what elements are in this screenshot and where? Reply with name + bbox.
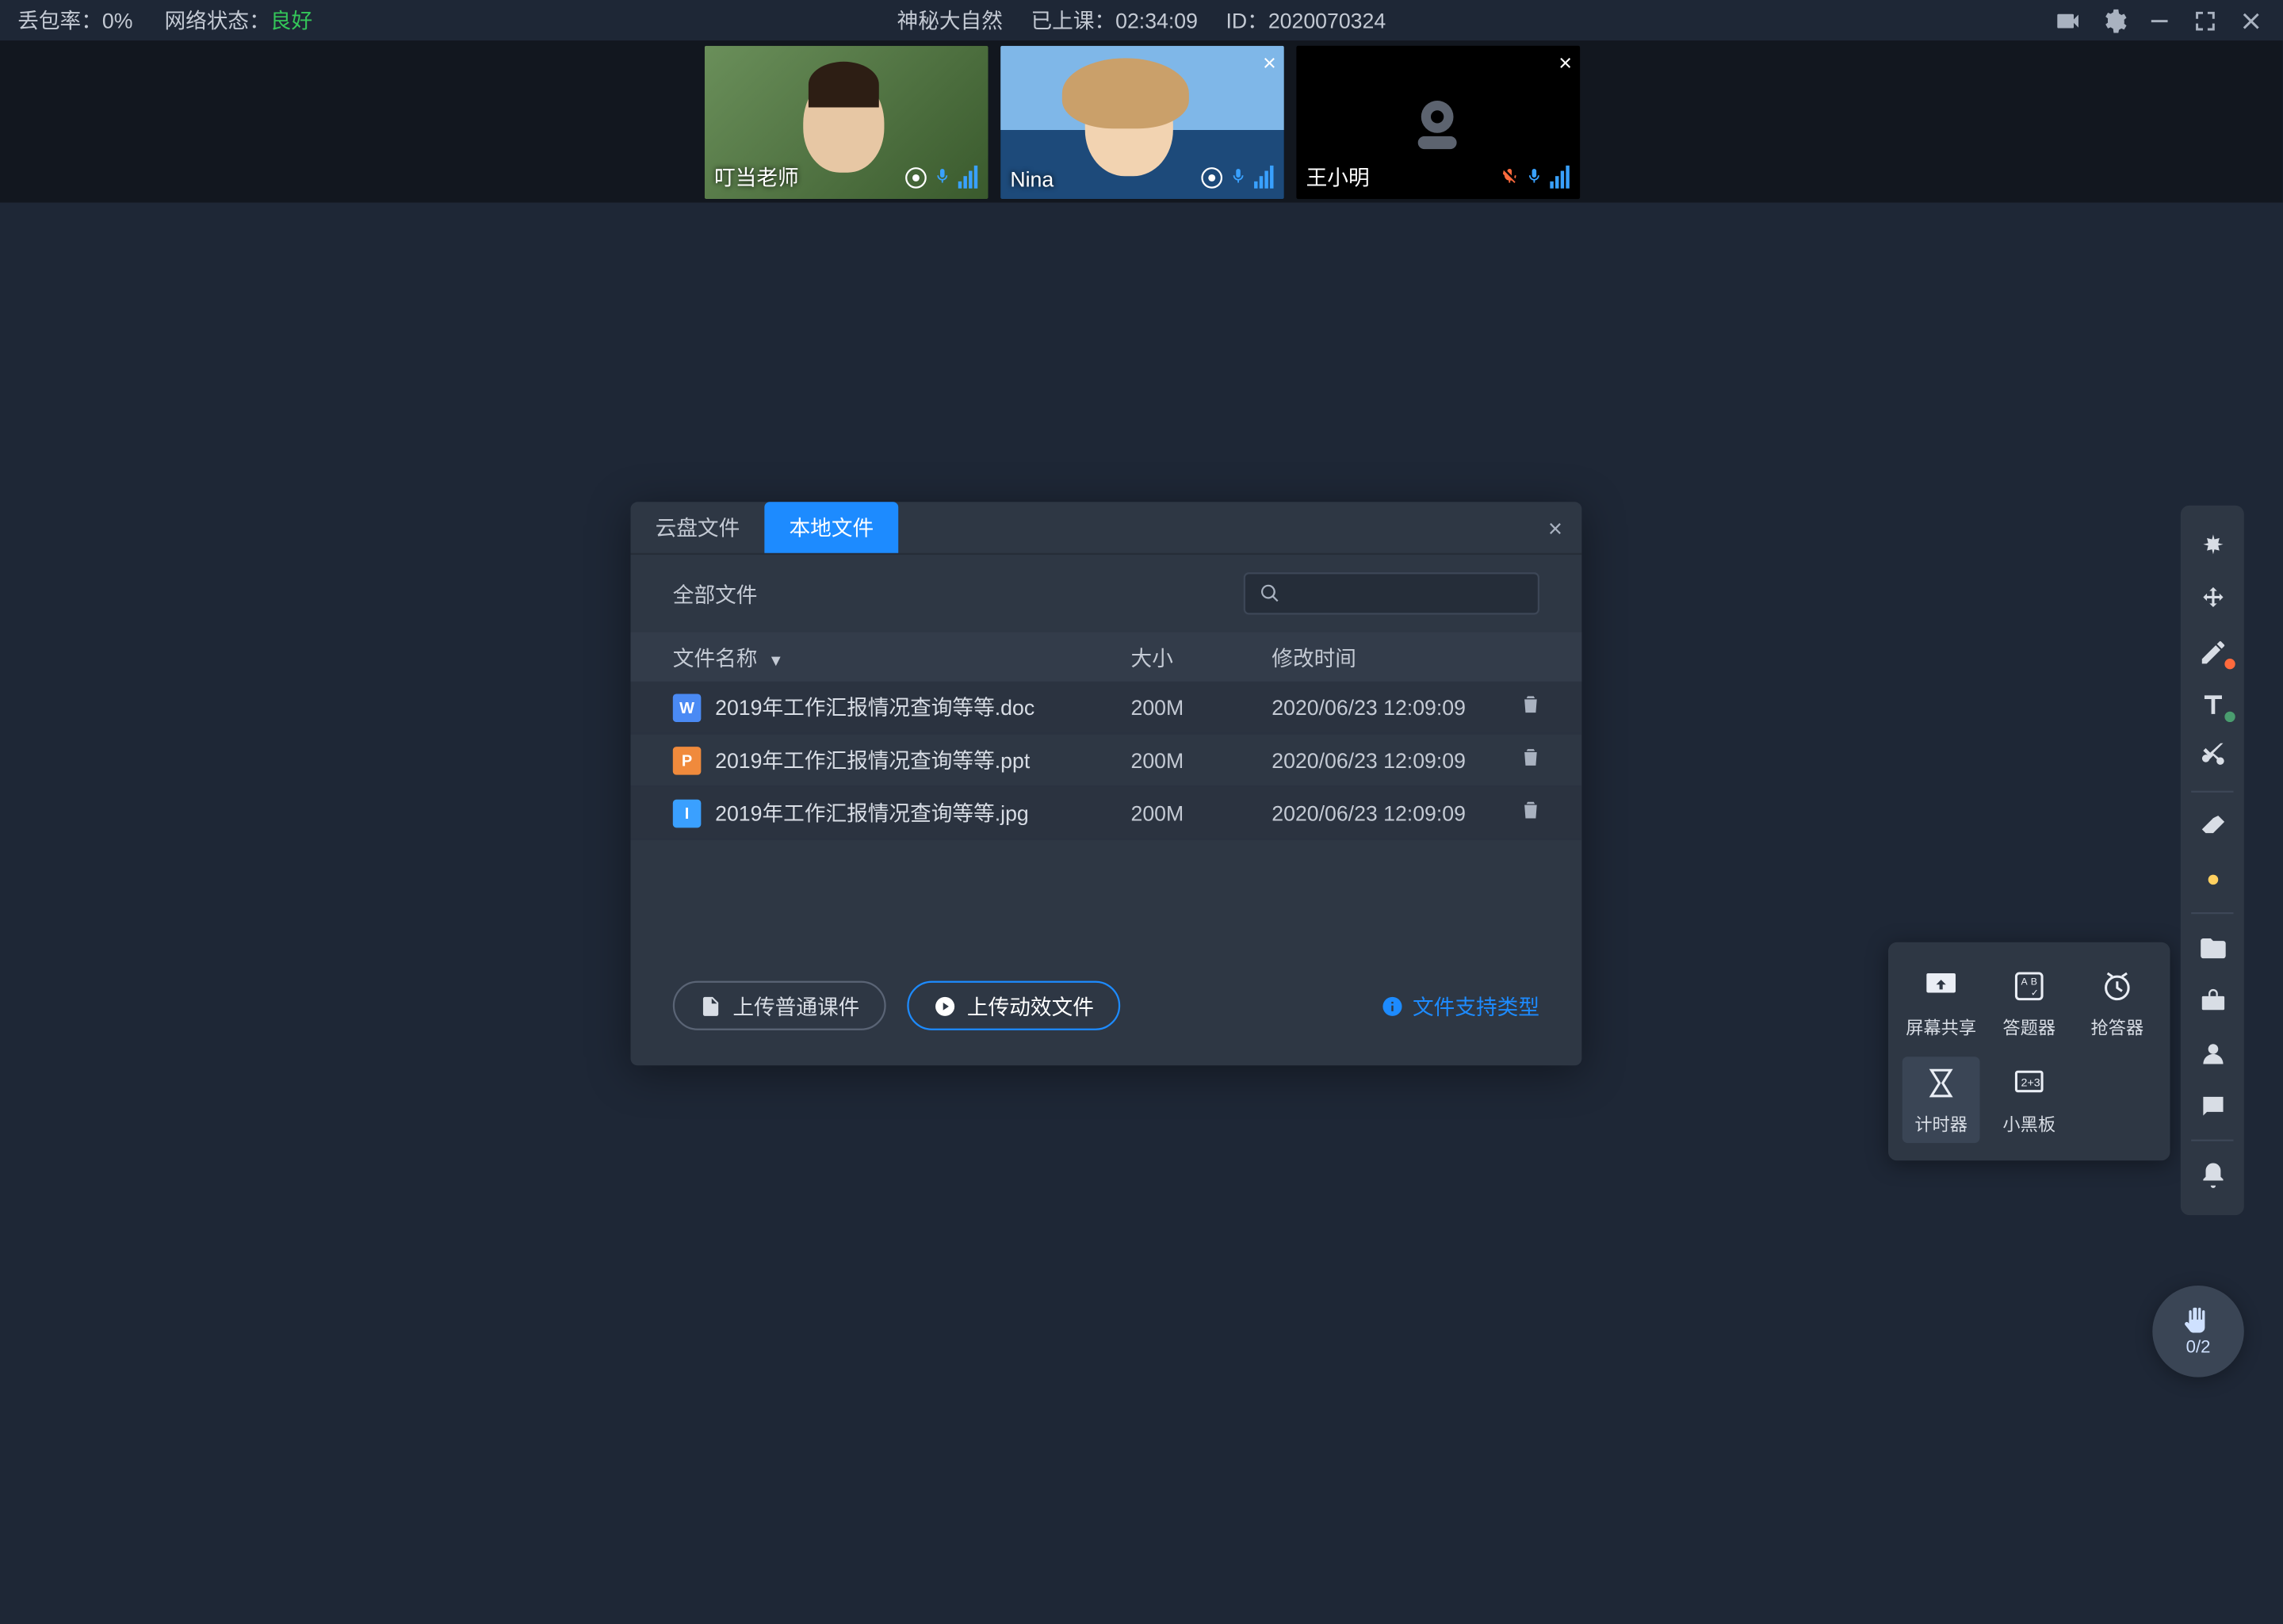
signal-icon: [1549, 166, 1568, 189]
file-size: 200M: [1131, 801, 1272, 825]
close-icon[interactable]: [2237, 6, 2266, 35]
tab-local-files[interactable]: 本地文件: [764, 502, 898, 552]
signal-icon: [958, 166, 977, 189]
svg-text:2+3: 2+3: [2021, 1077, 2040, 1090]
table-row[interactable]: W2019年工作汇报情况查询等等.doc200M2020/06/23 12:09…: [630, 682, 1581, 735]
table-row[interactable]: I2019年工作汇报情况查询等等.jpg200M2020/06/23 12:09…: [630, 787, 1581, 840]
tool-laser[interactable]: [2181, 519, 2244, 572]
table-row[interactable]: P2019年工作汇报情况查询等等.ppt200M2020/06/23 12:09…: [630, 735, 1581, 788]
breadcrumb: 全部文件: [673, 579, 758, 609]
tile-close-icon[interactable]: ×: [1263, 49, 1276, 75]
tool-text[interactable]: [2181, 678, 2244, 731]
tool-scissors[interactable]: [2181, 731, 2244, 784]
settings-icon[interactable]: [2100, 6, 2128, 35]
mic-icon: [1524, 164, 1542, 189]
camera-icon: [1200, 167, 1222, 189]
file-name: W2019年工作汇报情况查询等等.doc: [673, 692, 1131, 722]
file-type-icon: W: [673, 693, 702, 721]
tool-color[interactable]: [2181, 852, 2244, 905]
minimize-icon[interactable]: [2145, 6, 2174, 35]
upload-dynamic-button[interactable]: 上传动效文件: [907, 981, 1120, 1030]
file-type-icon: P: [673, 746, 702, 774]
session-id: ID：2020070324: [1226, 6, 1386, 36]
tool-folder[interactable]: [2181, 921, 2244, 974]
dialog-close-icon[interactable]: ×: [1529, 502, 1582, 552]
file-name: P2019年工作汇报情况查询等等.ppt: [673, 745, 1131, 775]
video-tile[interactable]: × 王小明: [1295, 46, 1579, 199]
network-status: 网络状态：良好: [164, 6, 312, 36]
search-input[interactable]: [1244, 572, 1539, 614]
upload-normal-button[interactable]: 上传普通课件: [673, 981, 886, 1030]
tile-close-icon[interactable]: ×: [1558, 49, 1572, 75]
svg-text:B: B: [2031, 976, 2037, 987]
packet-loss: 丢包率：0%: [17, 6, 132, 36]
signal-icon: [1253, 166, 1272, 189]
file-mtime: 2020/06/23 12:09:09: [1272, 695, 1518, 720]
tool-blackboard[interactable]: 2+3小黑板: [1990, 1057, 2068, 1143]
mic-icon: [933, 164, 950, 189]
right-toolbar: [2181, 506, 2244, 1215]
svg-text:A: A: [2021, 976, 2029, 987]
search-icon: [1260, 583, 1281, 604]
tool-screen-share[interactable]: 屏幕共享: [1902, 960, 1980, 1046]
col-name[interactable]: 文件名称▼: [673, 642, 1131, 672]
col-mtime[interactable]: 修改时间: [1272, 642, 1518, 672]
tool-quiz[interactable]: AB✓答题器: [1990, 960, 2068, 1046]
video-strip: 叮当老师 × Nina × 王小明: [0, 40, 2283, 202]
supported-types-link[interactable]: 文件支持类型: [1381, 991, 1539, 1021]
file-dialog: 云盘文件 本地文件 × 全部文件 文件名称▼ 大小 修改时间 W2019年工作汇…: [630, 502, 1581, 1065]
participant-name: Nina: [1010, 167, 1054, 192]
delete-button[interactable]: [1518, 745, 1589, 775]
tool-toolbox[interactable]: [2181, 974, 2244, 1027]
file-size: 200M: [1131, 747, 1272, 772]
tool-move[interactable]: [2181, 572, 2244, 625]
file-mtime: 2020/06/23 12:09:09: [1272, 747, 1518, 772]
tool-chat[interactable]: [2181, 1079, 2244, 1133]
table-header: 文件名称▼ 大小 修改时间: [630, 632, 1581, 682]
participant-name: 叮当老师: [714, 162, 799, 192]
tool-pen[interactable]: [2181, 625, 2244, 678]
delete-button[interactable]: [1518, 798, 1589, 828]
record-icon[interactable]: [2054, 6, 2082, 35]
tool-buzzer[interactable]: 抢答器: [2078, 960, 2156, 1046]
file-size: 200M: [1131, 695, 1272, 720]
delete-button[interactable]: [1518, 692, 1589, 722]
tool-bell[interactable]: [2181, 1148, 2244, 1202]
tool-timer[interactable]: 计时器: [1902, 1057, 1980, 1143]
whiteboard-area[interactable]: 云盘文件 本地文件 × 全部文件 文件名称▼ 大小 修改时间 W2019年工作汇…: [0, 203, 2283, 1624]
camera-icon: [904, 167, 926, 189]
top-bar: 丢包率：0% 网络状态：良好 神秘大自然 已上课：02:34:09 ID：202…: [0, 0, 2283, 40]
svg-text:✓: ✓: [2031, 988, 2039, 999]
mic-icon: [1229, 164, 1246, 189]
fullscreen-icon[interactable]: [2191, 6, 2220, 35]
col-size[interactable]: 大小: [1131, 642, 1272, 672]
tool-user[interactable]: [2181, 1026, 2244, 1079]
raise-hand-button[interactable]: 0/2: [2152, 1286, 2244, 1378]
file-mtime: 2020/06/23 12:09:09: [1272, 801, 1518, 825]
file-type-icon: I: [673, 799, 702, 827]
hand-count: 0/2: [2186, 1339, 2211, 1358]
elapsed-time: 已上课：02:34:09: [1031, 6, 1197, 36]
video-tile[interactable]: × Nina: [1000, 46, 1283, 199]
video-tile[interactable]: 叮当老师: [704, 46, 988, 199]
tool-eraser[interactable]: [2181, 800, 2244, 853]
tools-popover: 屏幕共享 AB✓答题器 抢答器 计时器 2+3小黑板: [1888, 942, 2170, 1161]
class-title: 神秘大自然: [897, 6, 1003, 36]
file-name: I2019年工作汇报情况查询等等.jpg: [673, 798, 1131, 828]
mic-off-icon: [1500, 164, 1517, 189]
participant-name: 王小明: [1306, 162, 1370, 192]
tab-cloud-files[interactable]: 云盘文件: [630, 502, 764, 552]
